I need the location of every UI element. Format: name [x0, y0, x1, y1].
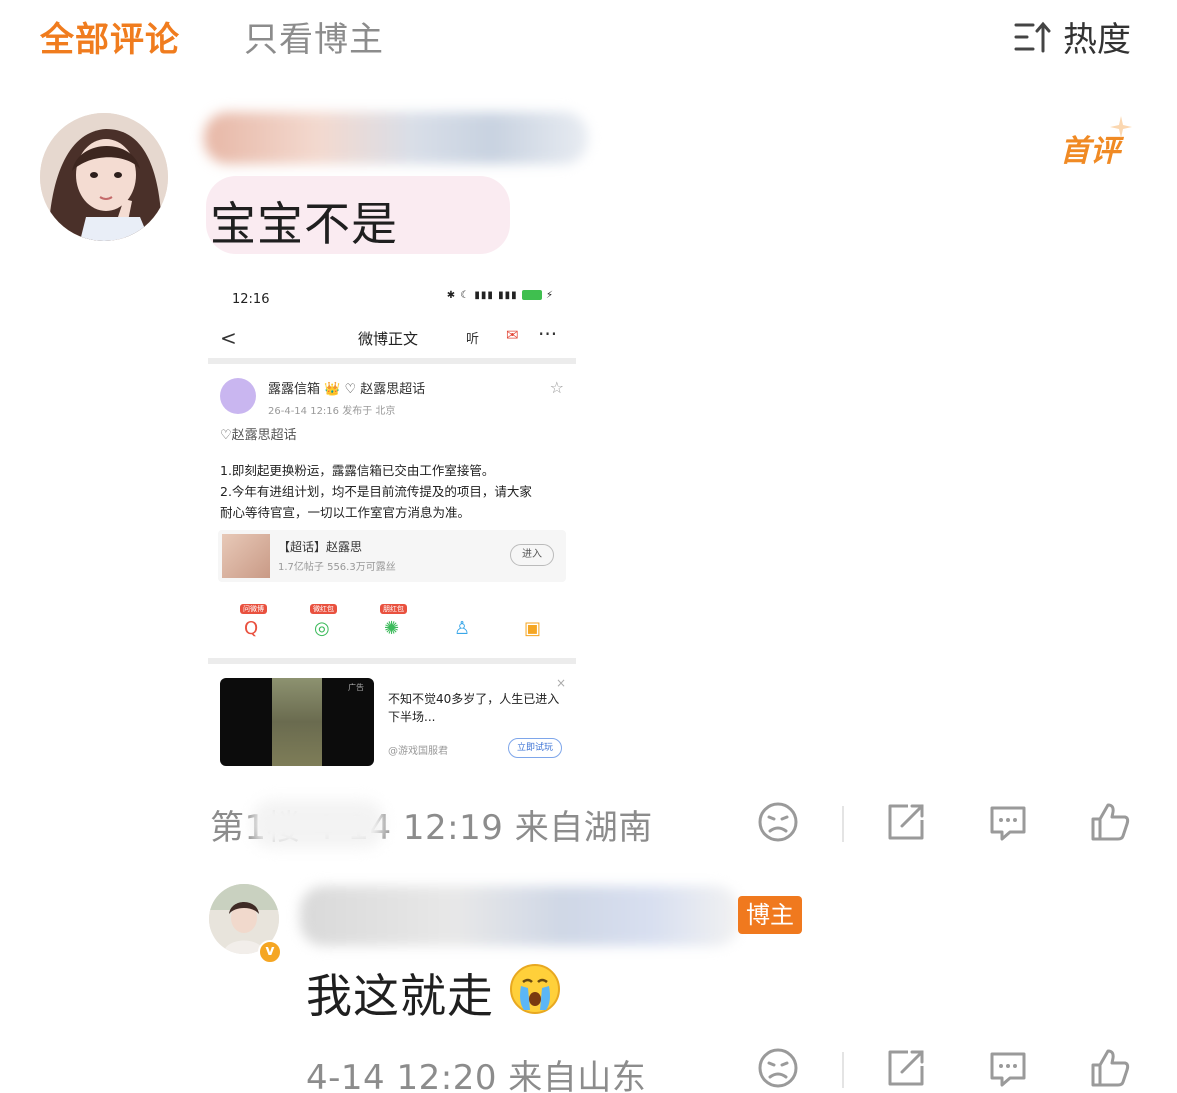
comment-icon[interactable] [986, 1046, 1030, 1090]
status-time: 12:16 [232, 292, 270, 307]
card-title: 【超话】赵露思 [278, 540, 363, 554]
share-icon[interactable] [884, 800, 928, 844]
post-avatar [220, 378, 256, 414]
sort-label: 热度 [1063, 20, 1131, 60]
post-topic: ♡赵露思超话 [220, 428, 297, 443]
sort-button[interactable]: 热度 [1013, 12, 1131, 61]
avatar[interactable] [40, 113, 168, 241]
comment-text: 宝宝不是 [210, 197, 398, 251]
sparkle-icon [1110, 116, 1132, 138]
supertopic-card: 【超话】赵露思 1.7亿帖子 556.3万可露丝 进入 [218, 530, 566, 582]
share-tag: 微红包 [310, 604, 337, 614]
post-body-line: 耐心等待官宣，一切以工作室官方消息为准。 [220, 505, 471, 520]
post-body-line: 2.今年有进组计划，均不是目前流传提及的项目，请大家 [220, 484, 532, 499]
reply-user-name[interactable] [300, 886, 740, 946]
divider [208, 658, 576, 664]
card-thumbnail [222, 534, 270, 578]
qq-icon: ♙ [454, 618, 471, 639]
gift-icon: ✉ [506, 326, 519, 344]
moments-icon: ✺ [384, 618, 400, 639]
ad-video: 广告 [220, 678, 374, 766]
reply-text: 我这就走 [306, 969, 494, 1023]
share-save: ▣ [514, 604, 554, 644]
crying-emoji-icon [510, 964, 560, 1014]
listen-icon: 听 [466, 332, 480, 347]
ad-button: 立即试玩 [508, 738, 562, 758]
nav-title: 微博正文 [358, 330, 419, 348]
dislike-icon[interactable] [756, 800, 800, 844]
back-icon: < [220, 326, 237, 350]
like-icon[interactable] [1088, 800, 1132, 844]
card-enter-button: 进入 [510, 544, 554, 566]
status-icons: ✱ ☾ ▮▮▮ ▮▮▮ ⚡ [446, 290, 554, 301]
ad-text: 不知不觉40多岁了，人生已进入下半场... [388, 692, 560, 724]
share-weibo: 问微博 Q [234, 604, 274, 644]
share-tag: 朋红包 [380, 604, 407, 614]
share-icon[interactable] [884, 1046, 928, 1090]
post-meta: 26-4-14 12:16 发布于 北京 [268, 406, 396, 417]
blur-mask [252, 800, 384, 848]
divider [842, 806, 844, 842]
divider [842, 1052, 844, 1088]
sort-icon [1014, 21, 1051, 52]
card-subtitle: 1.7亿帖子 556.3万可露丝 [278, 562, 396, 573]
post-body: 1.即刻起更换粉运，露露信箱已交由工作室接管。 2.今年有进组计划，均不是目前流… [220, 460, 566, 523]
share-tag: 问微博 [240, 604, 267, 614]
close-icon: × [555, 676, 566, 690]
comment-actions [756, 800, 1136, 850]
post-body-line: 1.即刻起更换粉运，露露信箱已交由工作室接管。 [220, 463, 495, 478]
like-icon[interactable] [1088, 1046, 1132, 1090]
tab-blogger-only[interactable]: 只看博主 [244, 12, 384, 61]
wechat-icon: ◎ [314, 618, 330, 639]
verified-badge: v [258, 940, 282, 964]
comment-image[interactable]: 12:16 ✱ ☾ ▮▮▮ ▮▮▮ ⚡ < 微博正文 听 ✉ ··· 露露信箱 … [208, 282, 576, 768]
dislike-icon[interactable] [756, 1046, 800, 1090]
comment-icon[interactable] [986, 800, 1030, 844]
ad-source: @游戏国服君 [388, 746, 448, 757]
blogger-badge: 博主 [738, 896, 802, 934]
ad-label: 广告 [348, 683, 364, 692]
share-qq: ♙ [444, 604, 484, 644]
share-row: 问微博 Q 微红包 ◎ 朋红包 ✺ ♙ ▣ [208, 604, 576, 644]
battery-icon [521, 290, 542, 300]
share-moments: 朋红包 ✺ [374, 604, 414, 644]
share-wechat: 微红包 ◎ [304, 604, 344, 644]
reply-meta: 4-14 12:20 来自山东 [306, 1058, 647, 1093]
post-author: 露露信箱 👑 ♡ 赵露思超话 [268, 382, 426, 397]
save-image-icon: ▣ [524, 618, 542, 639]
more-icon: ··· [538, 322, 558, 346]
tab-all-comments[interactable]: 全部评论 [40, 12, 180, 61]
user-name[interactable] [204, 112, 588, 164]
reply-actions [756, 1046, 1136, 1093]
star-icon: ☆ [549, 378, 564, 397]
search-icon: Q [244, 618, 259, 639]
ad-card: 广告 × 不知不觉40多岁了，人生已进入下半场... @游戏国服君 立即试玩 [220, 676, 566, 766]
divider [208, 358, 576, 364]
